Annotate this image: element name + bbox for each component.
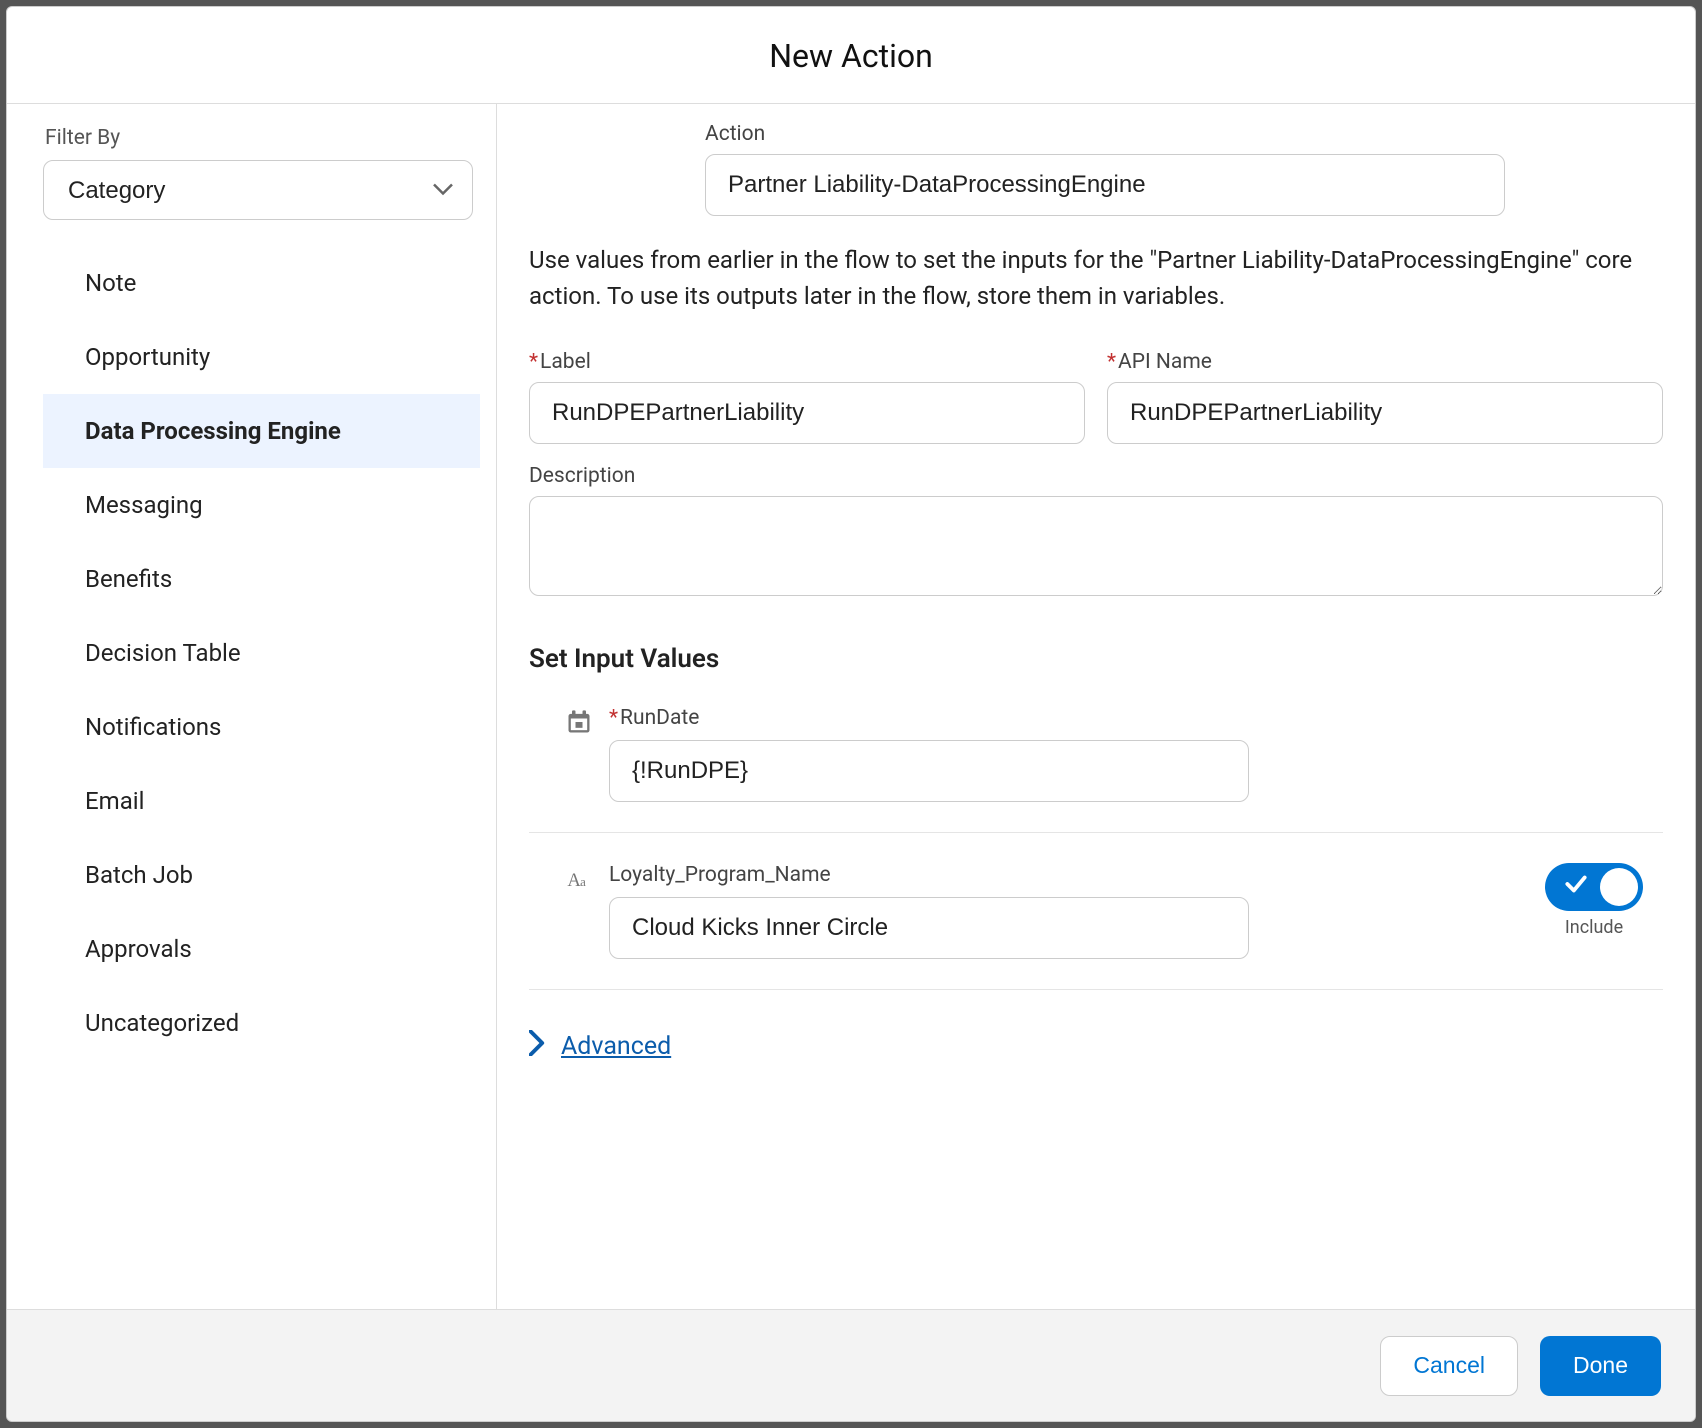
sidebar-item-data-processing-engine[interactable]: Data Processing Engine [43, 394, 480, 468]
check-icon [1563, 871, 1589, 904]
include-toggle-col: Include [1545, 863, 1663, 938]
sidebar-item-batch-job[interactable]: Batch Job [43, 838, 480, 912]
program-name-body: Loyalty_Program_Name [609, 863, 1529, 959]
help-text: Use values from earlier in the flow to s… [529, 242, 1663, 314]
modal-title: New Action [7, 37, 1695, 75]
sidebar-item-uncategorized[interactable]: Uncategorized [43, 986, 480, 1060]
sidebar-item-email[interactable]: Email [43, 764, 480, 838]
rundate-label: *RunDate [609, 706, 1663, 730]
input-row-program-name: Aa Loyalty_Program_Name Include [529, 863, 1663, 990]
rundate-body: *RunDate [609, 706, 1663, 802]
main-panel: Action Use values from earlier in the fl… [497, 104, 1695, 1309]
action-label: Action [705, 122, 1505, 146]
toggle-knob [1600, 868, 1638, 906]
filter-sidebar: Filter By Category Note Opportunity Data… [7, 104, 497, 1309]
modal-header: New Action [7, 7, 1695, 104]
label-field: *Label [529, 350, 1085, 444]
category-list[interactable]: Note Opportunity Data Processing Engine … [43, 246, 496, 1309]
done-button[interactable]: Done [1540, 1336, 1661, 1396]
sidebar-item-opportunity[interactable]: Opportunity [43, 320, 480, 394]
filter-by-label: Filter By [43, 126, 496, 150]
label-input[interactable] [529, 382, 1085, 444]
filter-by-select[interactable]: Category [43, 160, 473, 220]
include-toggle-label: Include [1565, 917, 1623, 938]
apiname-input[interactable] [1107, 382, 1663, 444]
label-apiname-row: *Label *API Name [529, 350, 1663, 444]
rundate-input[interactable] [609, 740, 1249, 802]
sidebar-item-decision-table[interactable]: Decision Table [43, 616, 480, 690]
new-action-modal: New Action Filter By Category Note Oppor… [6, 6, 1696, 1422]
advanced-section[interactable]: Advanced [529, 1030, 1663, 1063]
sidebar-item-notifications[interactable]: Notifications [43, 690, 480, 764]
action-input[interactable] [705, 154, 1505, 216]
calendar-icon [565, 708, 593, 736]
description-textarea[interactable] [529, 496, 1663, 596]
program-name-input[interactable] [609, 897, 1249, 959]
cancel-button[interactable]: Cancel [1380, 1336, 1518, 1396]
modal-footer: Cancel Done [7, 1309, 1695, 1421]
action-field: Action [705, 122, 1505, 216]
apiname-caption: *API Name [1107, 350, 1663, 374]
chevron-right-icon [529, 1030, 545, 1063]
description-field: Description [529, 464, 1663, 600]
label-caption: *Label [529, 350, 1085, 374]
set-input-values-title: Set Input Values [529, 644, 1663, 674]
apiname-field: *API Name [1107, 350, 1663, 444]
svg-text:a: a [580, 875, 586, 889]
sidebar-item-benefits[interactable]: Benefits [43, 542, 480, 616]
sidebar-item-approvals[interactable]: Approvals [43, 912, 480, 986]
modal-body: Filter By Category Note Opportunity Data… [7, 104, 1695, 1309]
text-icon: Aa [565, 865, 593, 893]
description-caption: Description [529, 464, 1663, 488]
include-toggle[interactable] [1545, 863, 1643, 911]
advanced-link[interactable]: Advanced [561, 1032, 671, 1061]
category-list-wrap: Note Opportunity Data Processing Engine … [43, 246, 496, 1309]
sidebar-item-note[interactable]: Note [43, 246, 480, 320]
filter-select-wrap: Category [43, 160, 473, 220]
input-row-rundate: *RunDate [529, 706, 1663, 833]
program-name-label: Loyalty_Program_Name [609, 863, 1529, 887]
sidebar-item-messaging[interactable]: Messaging [43, 468, 480, 542]
